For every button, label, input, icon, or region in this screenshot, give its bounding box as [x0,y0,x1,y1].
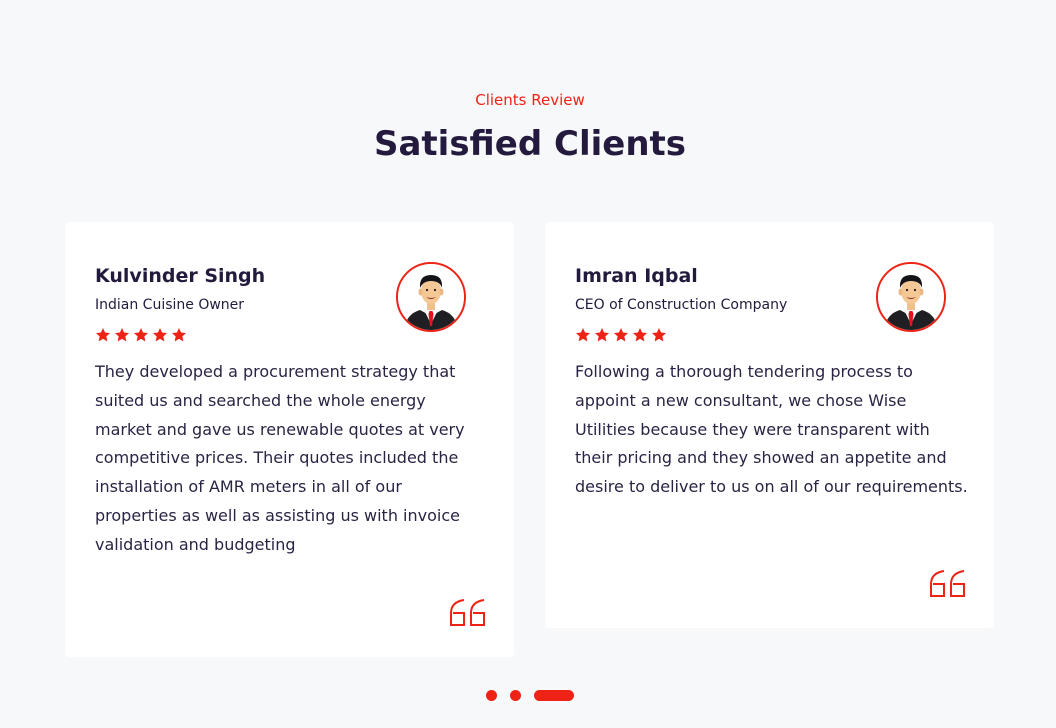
testimonial-card: Imran Iqbal CEO of Construction Company … [545,222,994,628]
star-icon [595,328,609,342]
review-text: They developed a procurement strategy th… [95,362,465,554]
review-text: Following a thorough tendering process t… [575,362,968,497]
star-icon [172,328,186,342]
star-rating [95,327,187,347]
star-icon [134,328,148,342]
quote-icon [450,599,485,626]
pagination-dot-1[interactable] [486,690,497,701]
client-role: Indian Cuisine Owner [95,297,245,313]
businessman-avatar-icon [878,264,944,330]
section-eyebrow: Clients Review [475,91,585,109]
star-icon [633,328,647,342]
section-title: Satisfied Clients [373,124,687,164]
testimonial-card: Kulvinder Singh Indian Cuisine Owner The… [65,222,514,657]
pagination-dot-3-active[interactable] [534,690,574,701]
star-icon [115,328,129,342]
client-role: CEO of Construction Company [575,297,788,313]
star-icon [652,328,666,342]
star-icon [96,328,110,342]
client-avatar [876,262,946,332]
testimonials-section: Clients Review Satisfied Clients Kulvind… [0,0,1056,728]
client-name: Kulvinder Singh [95,265,266,287]
star-icon [576,328,590,342]
client-name: Imran Iqbal [575,265,698,287]
star-rating [575,327,667,347]
star-icon [614,328,628,342]
businessman-avatar-icon [398,264,464,330]
client-avatar [396,262,466,332]
star-icon [153,328,167,342]
quote-icon [930,570,965,597]
pagination-dot-2[interactable] [510,690,521,701]
